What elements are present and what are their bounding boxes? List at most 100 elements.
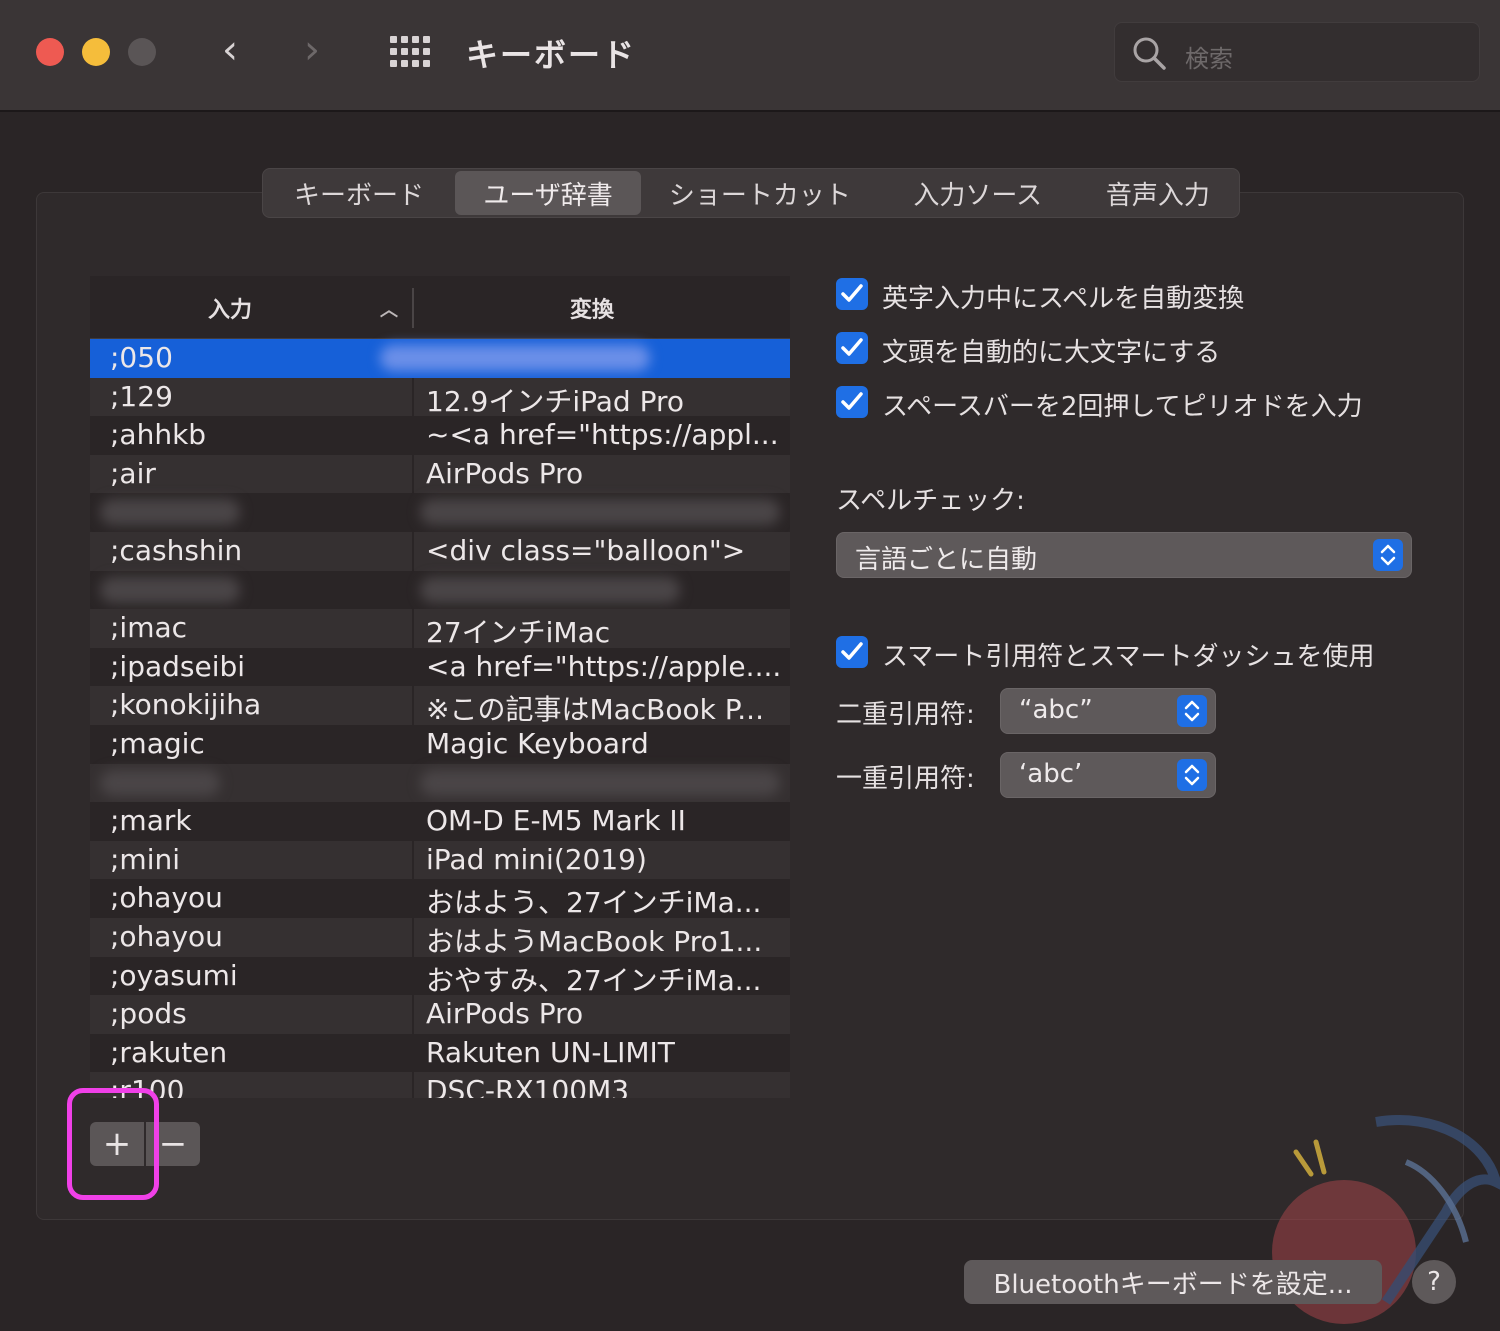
table-row[interactable]: ;129 12.9インチiPad Pro [90, 377, 790, 418]
forward-arrow-icon[interactable]: › [304, 28, 320, 72]
column-divider [412, 995, 414, 1034]
table-row[interactable]: ;ohayou おはよう、27インチiMa... [90, 879, 790, 920]
redacted-cell [100, 769, 220, 796]
column-divider [412, 917, 414, 957]
sort-ascending-icon: ︿ [380, 300, 398, 321]
redacted-cell [420, 499, 780, 526]
search-field[interactable]: 検索 [1114, 22, 1480, 82]
capitalize-checkbox[interactable] [836, 332, 868, 364]
conversion-cell: おはよう、27インチiMa... [426, 886, 762, 920]
table-row[interactable]: ;konokijiha ※この記事はMacBook P... [90, 686, 790, 726]
table-row[interactable] [90, 570, 790, 610]
title-bar: ‹ › キーボード 検索 [0, 0, 1500, 112]
input-cell: ;air [110, 456, 156, 490]
redacted-cell [100, 499, 240, 526]
redacted-cell [380, 345, 650, 371]
column-divider [412, 647, 414, 687]
table-row[interactable]: ;air AirPods Pro [90, 454, 790, 494]
table-row[interactable]: ;ipadseibi <a href="https://apple.... [90, 647, 790, 687]
annotation-highlight-box [67, 1088, 159, 1200]
select-chevrons-icon [1177, 759, 1207, 791]
table-row[interactable]: ;pods AirPods Pro [90, 995, 790, 1034]
help-button[interactable]: ? [1412, 1260, 1456, 1304]
table-header: 入力 ︿ 変換 [90, 276, 790, 339]
capitalize-label: 文頭を自動的に大文字にする [882, 338, 1221, 368]
double-space-period-label: スペースバーを2回押してピリオドを入力 [882, 392, 1363, 422]
close-window-button[interactable] [36, 38, 64, 66]
conversion-cell: Magic Keyboard [426, 726, 649, 760]
table-row[interactable]: ;rakuten Rakuten UN-LIMIT [90, 1033, 790, 1073]
column-header-input[interactable]: 入力 [208, 292, 252, 324]
column-divider [412, 377, 414, 417]
column-divider [412, 879, 414, 918]
checkmark-icon [841, 642, 863, 660]
redacted-cell [100, 576, 240, 603]
table-row[interactable] [90, 763, 790, 803]
spell-auto-label: 英字入力中にスペルを自動変換 [882, 284, 1245, 314]
table-row[interactable]: ;ahhkb ~<a href="https://appl... [90, 416, 790, 455]
table-row[interactable]: ;r100 DSC-RX100M3 [90, 1072, 790, 1098]
tab-user-dictionary[interactable]: ユーザ辞書 [455, 171, 642, 215]
input-cell: ;129 [110, 379, 173, 413]
search-icon [1133, 37, 1166, 70]
spellcheck-value: 言語ごとに自動 [855, 545, 1038, 575]
window-title: キーボード [466, 36, 637, 74]
table-row[interactable]: ;oyasumi おやすみ、27インチiMa... [90, 956, 790, 997]
input-cell: ;imac [110, 611, 188, 645]
column-divider [412, 686, 414, 725]
table-row[interactable]: ;mini iPad mini(2019) [90, 840, 790, 880]
user-dictionary-table[interactable]: 入力 ︿ 変換 ;050 ;129 12.9インチiPad Pro ;ahhkb… [90, 276, 790, 1098]
table-row[interactable]: ;cashshin <div class="balloon"> [90, 531, 790, 571]
input-cell: ;mini [110, 842, 181, 876]
show-all-grid-icon[interactable] [390, 36, 432, 68]
table-row[interactable] [90, 493, 790, 532]
conversion-cell: 12.9インチiPad Pro [426, 384, 685, 418]
double-quote-value: “abc” [1019, 695, 1093, 725]
double-quote-select[interactable]: “abc” [1000, 688, 1216, 734]
conversion-cell: AirPods Pro [426, 997, 584, 1031]
double-space-period-checkbox[interactable] [836, 386, 868, 418]
table-row[interactable]: ;ohayou おはようMacBook Pro1... [90, 917, 790, 958]
select-chevrons-icon [1177, 695, 1207, 727]
single-quote-select[interactable]: ‘abc’ [1000, 752, 1216, 798]
table-row[interactable]: ;050 [90, 339, 790, 378]
input-cell: ;pods [110, 997, 187, 1031]
input-cell: ;ohayou [110, 881, 223, 915]
tab-bar: キーボード ユーザ辞書 ショートカット 入力ソース 音声入力 [262, 168, 1240, 218]
input-cell: ;ahhkb [110, 418, 207, 452]
select-chevrons-icon [1373, 539, 1403, 571]
table-row[interactable]: ;mark OM-D E-M5 Mark II [90, 802, 790, 841]
column-divider [412, 840, 414, 880]
column-header-conversion[interactable]: 変換 [570, 292, 614, 324]
minimize-window-button[interactable] [82, 38, 110, 66]
table-rows: ;050 ;129 12.9インチiPad Pro ;ahhkb ~<a hre… [90, 339, 790, 1098]
setup-bluetooth-keyboard-button[interactable]: Bluetoothキーボードを設定... [964, 1260, 1382, 1304]
checkmark-icon [841, 392, 863, 410]
spell-auto-checkbox[interactable] [836, 278, 868, 310]
tab-shortcuts[interactable]: ショートカット [641, 171, 879, 215]
spellcheck-select[interactable]: 言語ごとに自動 [836, 532, 1412, 578]
tab-keyboard[interactable]: キーボード [263, 171, 455, 215]
column-divider [412, 802, 414, 841]
smart-quotes-checkbox[interactable] [836, 636, 868, 668]
input-cell: ;rakuten [110, 1035, 228, 1069]
zoom-window-button[interactable] [128, 38, 156, 66]
search-placeholder: 検索 [1185, 45, 1233, 73]
back-arrow-icon[interactable]: ‹ [222, 28, 238, 72]
column-divider [412, 288, 414, 328]
column-divider [412, 531, 414, 571]
checkmark-icon [841, 338, 863, 356]
conversion-cell: 27インチiMac [426, 616, 611, 650]
table-row[interactable]: ;magic Magic Keyboard [90, 724, 790, 764]
input-cell: ;oyasumi [110, 958, 238, 992]
checkmark-icon [841, 284, 863, 302]
table-row[interactable]: ;imac 27インチiMac [90, 609, 790, 650]
tab-input-sources[interactable]: 入力ソース [879, 171, 1077, 215]
column-divider [412, 724, 414, 764]
tab-dictation[interactable]: 音声入力 [1077, 171, 1239, 215]
input-cell: ;ohayou [110, 919, 223, 953]
conversion-cell: <div class="balloon"> [426, 533, 746, 567]
conversion-cell: <a href="https://apple.... [426, 649, 782, 683]
column-divider [412, 609, 414, 648]
redacted-cell [420, 769, 780, 796]
